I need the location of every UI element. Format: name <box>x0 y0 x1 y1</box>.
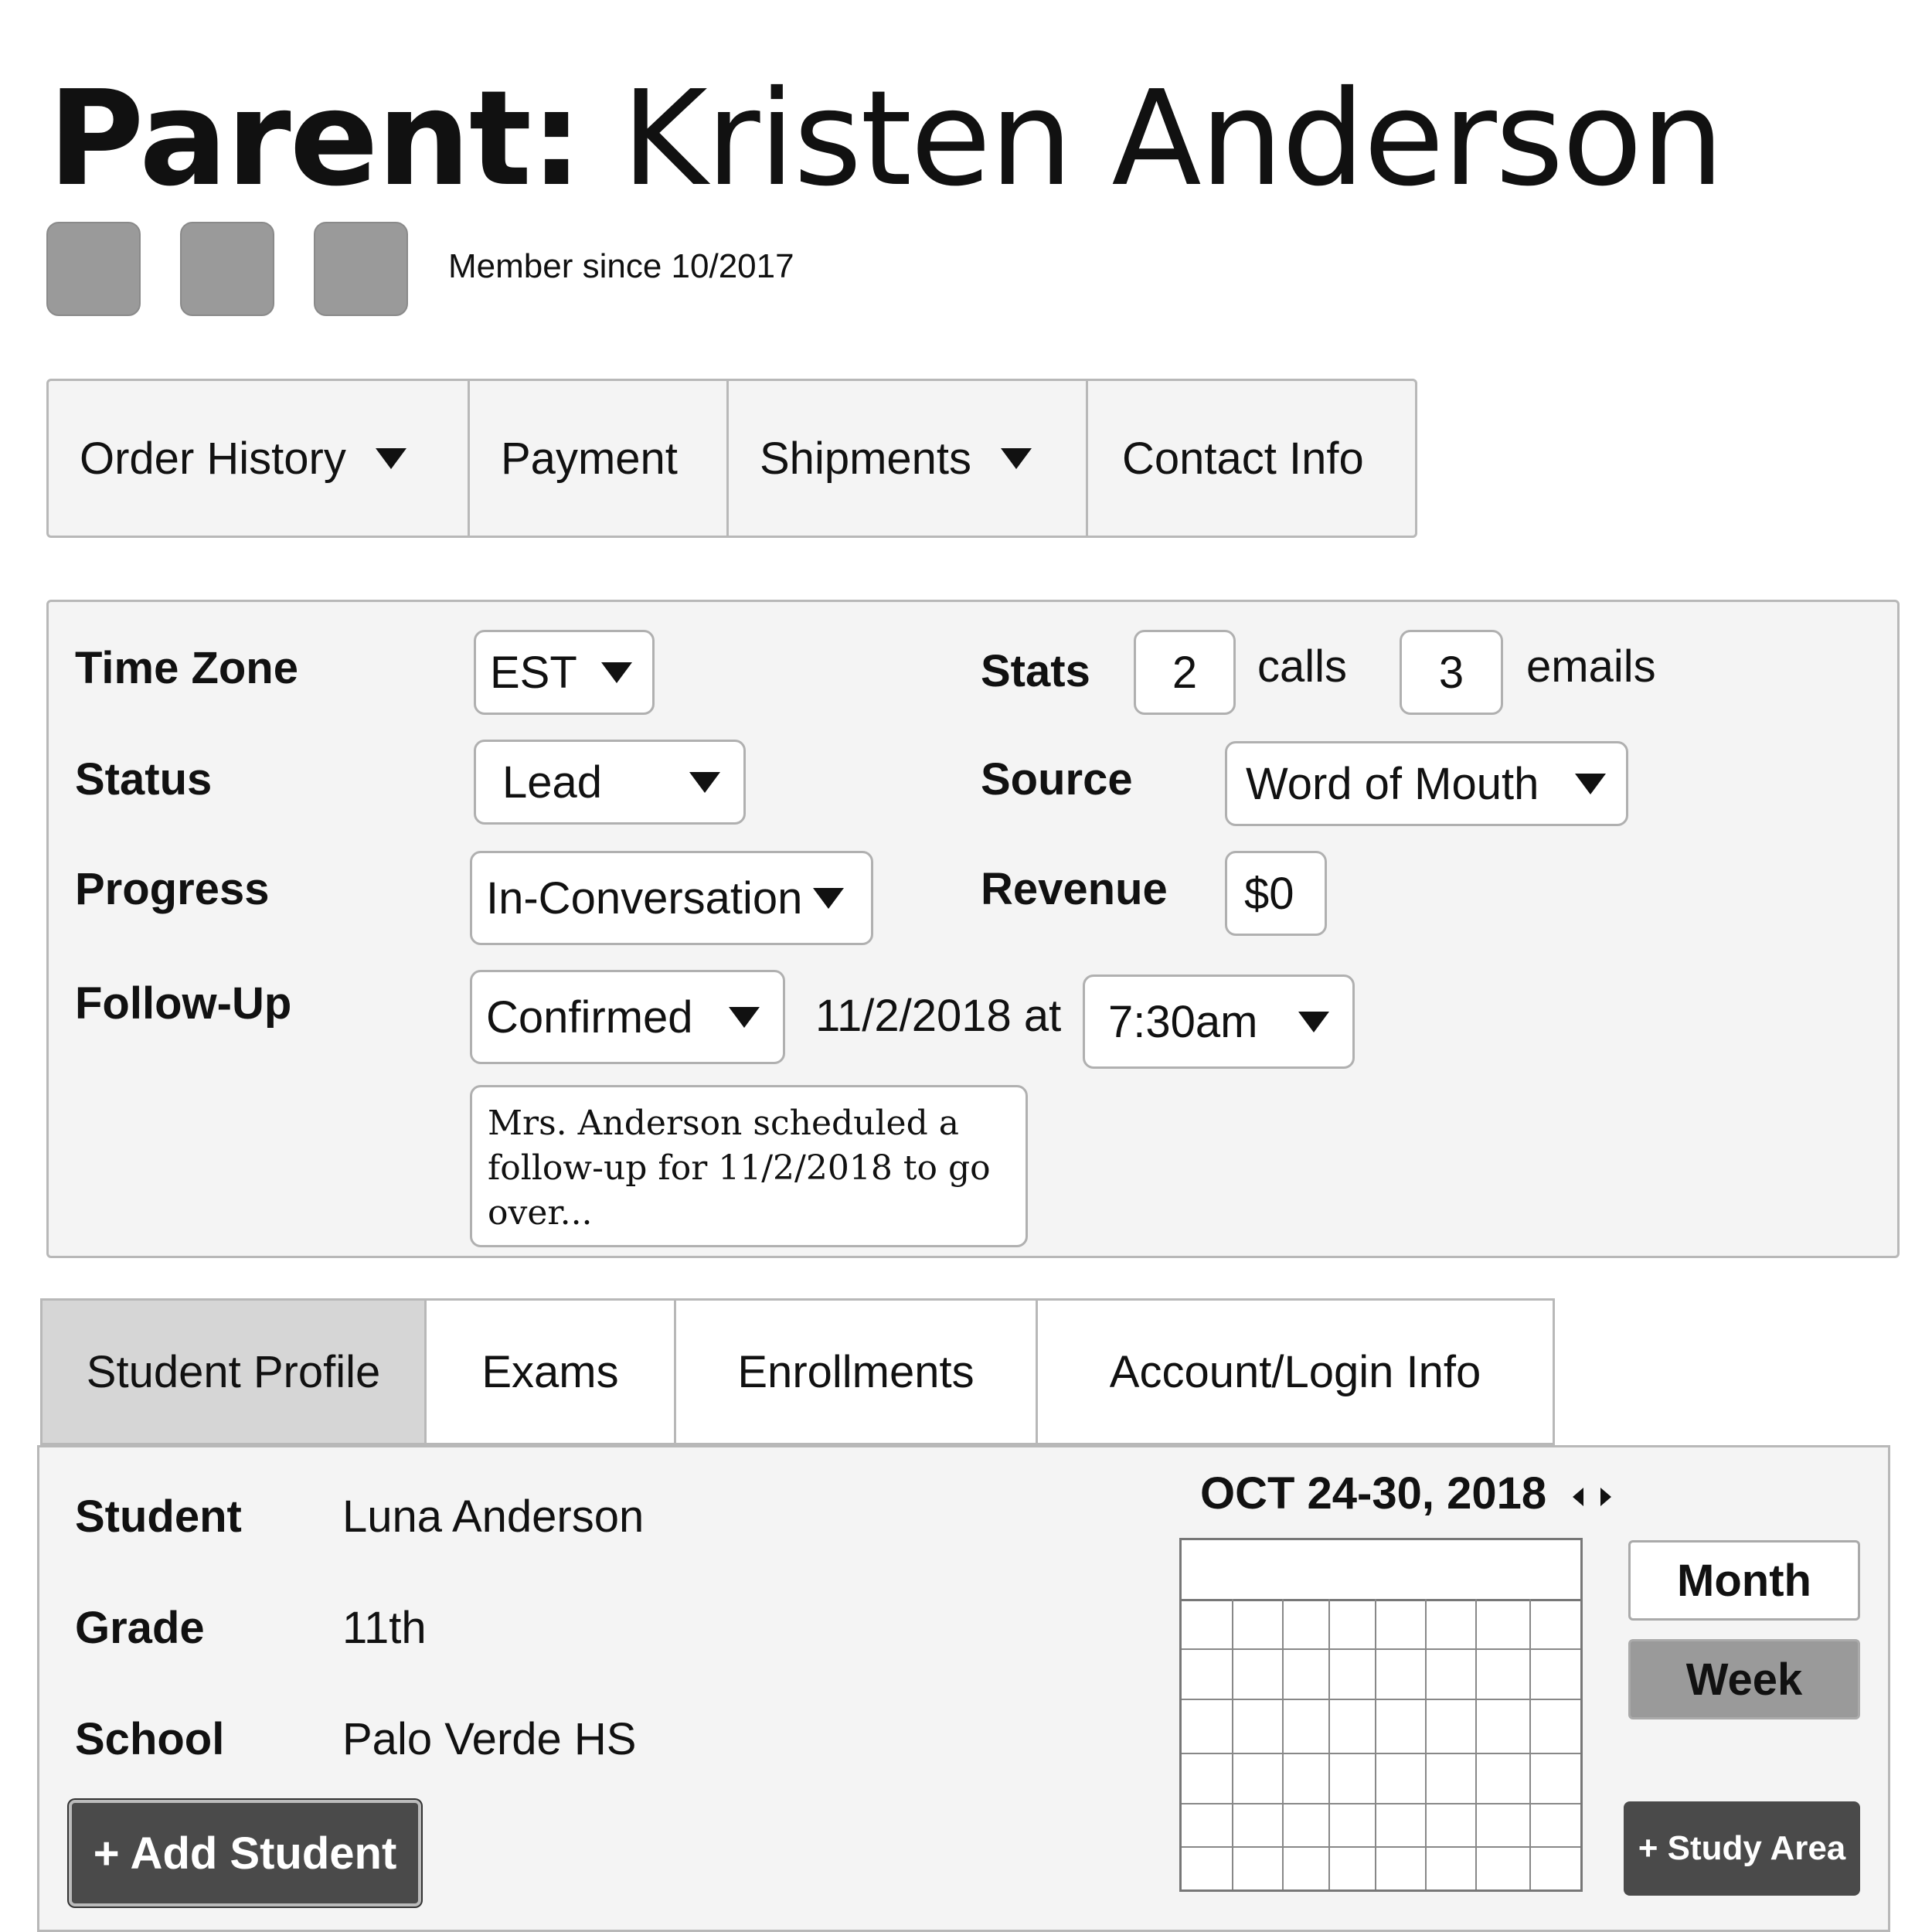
nav-shipments-label: Shipments <box>760 433 972 484</box>
page-title: Parent: Kristen Anderson <box>48 62 1724 216</box>
calls-label: calls <box>1257 641 1348 692</box>
emails-count: 3 <box>1400 630 1503 715</box>
calls-count: 2 <box>1134 630 1236 715</box>
follow-up-note[interactable]: Mrs. Anderson scheduled a follow-up for … <box>470 1085 1028 1247</box>
source-select[interactable]: Word of Mouth <box>1225 741 1628 826</box>
grade-label: Grade <box>75 1603 205 1653</box>
time-zone-select[interactable]: EST <box>474 630 655 715</box>
grid-line <box>1182 1699 1580 1700</box>
month-toggle[interactable]: Month <box>1628 1540 1860 1621</box>
tab-account-login-info[interactable]: Account/Login Info <box>1038 1301 1553 1443</box>
calendar-range: OCT 24-30, 2018 <box>1200 1468 1612 1519</box>
action-icon-2[interactable] <box>180 222 274 316</box>
calendar-range-label: OCT 24-30, 2018 <box>1200 1468 1547 1519</box>
school-label: School <box>75 1714 225 1764</box>
student-label: Student <box>75 1492 242 1542</box>
stats-label: Stats <box>981 646 1090 696</box>
nav-payment[interactable]: Payment <box>470 381 729 536</box>
week-toggle[interactable]: Week <box>1628 1639 1860 1719</box>
follow-up-label: Follow-Up <box>75 978 292 1029</box>
nav-payment-label: Payment <box>501 433 678 484</box>
nav-contact-info[interactable]: Contact Info <box>1088 381 1415 536</box>
top-nav: Order History Payment Shipments Contact … <box>46 379 1417 538</box>
chevron-down-icon <box>1001 447 1032 469</box>
tab-student-profile[interactable]: Student Profile <box>43 1301 427 1443</box>
school-value: Palo Verde HS <box>342 1714 637 1764</box>
follow-up-value: Confirmed <box>486 992 693 1043</box>
chevron-down-icon <box>729 1006 760 1028</box>
grid-line <box>1182 1846 1580 1848</box>
progress-select[interactable]: In-Conversation <box>470 851 873 945</box>
chevron-down-icon <box>689 771 720 793</box>
nav-order-history-label: Order History <box>80 433 346 484</box>
parent-name: Kristen Anderson <box>621 63 1724 216</box>
progress-label: Progress <box>75 864 270 914</box>
week-calendar[interactable] <box>1179 1538 1583 1892</box>
student-name: Luna Anderson <box>342 1492 645 1542</box>
chevron-down-icon <box>1298 1011 1329 1032</box>
tab-enrollments[interactable]: Enrollments <box>676 1301 1038 1443</box>
add-study-area-button[interactable]: + Study Area <box>1624 1801 1860 1896</box>
calendar-header-row <box>1182 1540 1580 1601</box>
emails-label: emails <box>1526 641 1656 692</box>
chevron-right-icon[interactable] <box>1600 1487 1612 1506</box>
info-panel: Time Zone EST Status Lead Progress In-Co… <box>46 600 1900 1258</box>
time-zone-label: Time Zone <box>75 643 298 693</box>
nav-order-history[interactable]: Order History <box>49 381 470 536</box>
title-prefix: Parent: <box>48 63 583 216</box>
chevron-down-icon <box>1575 773 1606 794</box>
status-select[interactable]: Lead <box>474 740 746 825</box>
tab-exams[interactable]: Exams <box>427 1301 676 1443</box>
grid-line <box>1182 1648 1580 1650</box>
grade-value: 11th <box>342 1603 427 1653</box>
follow-up-select[interactable]: Confirmed <box>470 970 785 1064</box>
time-zone-value: EST <box>490 647 577 698</box>
status-value: Lead <box>502 757 603 808</box>
source-value: Word of Mouth <box>1246 758 1539 809</box>
nav-contact-info-label: Contact Info <box>1122 433 1364 484</box>
chevron-down-icon <box>375 447 406 469</box>
status-label: Status <box>75 754 213 804</box>
nav-shipments[interactable]: Shipments <box>729 381 1088 536</box>
follow-up-date: 11/2/2018 at <box>815 991 1062 1041</box>
chevron-down-icon <box>813 887 845 909</box>
student-tabs: Student Profile Exams Enrollments Accoun… <box>40 1298 1555 1445</box>
grid-line <box>1182 1803 1580 1804</box>
chevron-down-icon <box>601 662 632 683</box>
member-since: Member since 10/2017 <box>448 247 794 285</box>
progress-value: In-Conversation <box>486 872 803 923</box>
revenue-label: Revenue <box>981 864 1168 914</box>
action-icon-3[interactable] <box>314 222 408 316</box>
revenue-field[interactable]: $0 <box>1225 851 1327 936</box>
add-student-button[interactable]: + Add Student <box>69 1800 421 1906</box>
follow-up-time-select[interactable]: 7:30am <box>1083 975 1355 1069</box>
action-icon-1[interactable] <box>46 222 141 316</box>
chevron-left-icon[interactable] <box>1573 1487 1584 1506</box>
student-profile-panel: Student Luna Anderson Grade 11th School … <box>37 1445 1890 1932</box>
grid-line <box>1182 1753 1580 1754</box>
source-label: Source <box>981 754 1133 804</box>
follow-up-time-value: 7:30am <box>1108 996 1258 1047</box>
